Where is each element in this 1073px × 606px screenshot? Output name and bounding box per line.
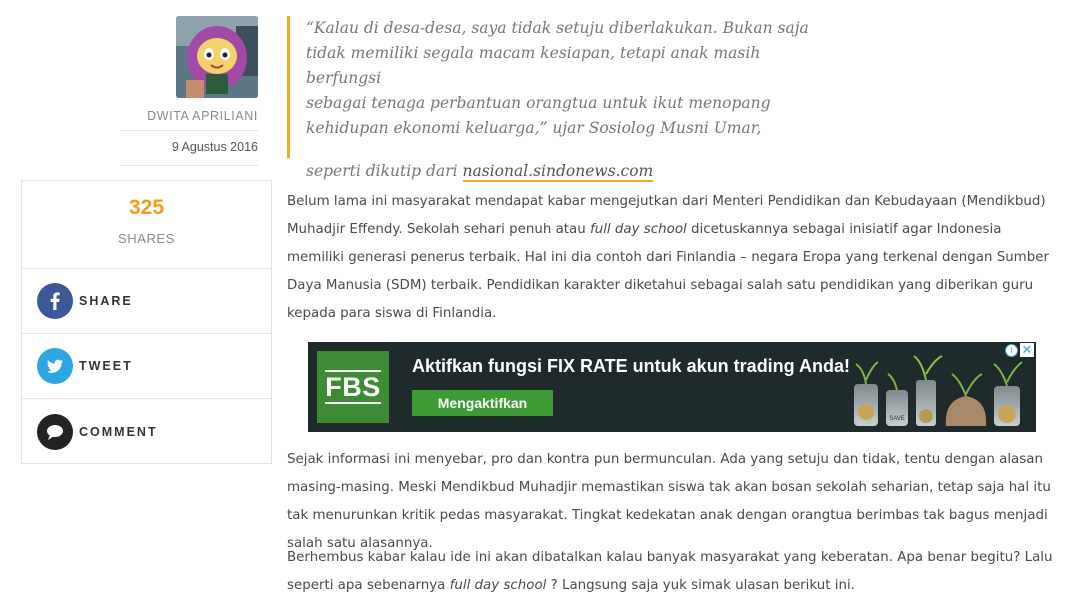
- full-day-school-term: full day school: [449, 578, 547, 593]
- quote-line-1: “Kalau di desa-desa, saya tidak setuju d…: [306, 19, 809, 37]
- quote-source: seperti dikutip dari nasional.sindonews.…: [306, 159, 827, 184]
- quote-line-3: sebagai tenaga perbantuan orangtua untuk…: [306, 94, 771, 112]
- twitter-tweet-button[interactable]: TWEET: [22, 334, 271, 399]
- ad-headline: Aktifkan fungsi FIX RATE untuk akun trad…: [412, 356, 851, 376]
- twitter-icon: [37, 348, 73, 384]
- author-name[interactable]: DWITA APRILIANI: [120, 108, 258, 131]
- article-paragraph-3: Berhembus kabar kalau ide ini akan dibat…: [287, 544, 1059, 600]
- facebook-share-label: SHARE: [79, 294, 133, 308]
- ad-activate-button[interactable]: Mengaktifkan: [412, 390, 553, 416]
- share-counter: 325 SHARES: [22, 181, 271, 269]
- ad-close-icon[interactable]: ✕: [1020, 343, 1034, 357]
- twitter-tweet-label: TWEET: [79, 359, 133, 373]
- fbs-logo: FBS: [317, 351, 389, 423]
- article-paragraph-2: Sejak informasi ini menyebar, pro dan ko…: [287, 452, 1051, 551]
- article-paragraph-1: Belum lama ini masyarakat mendapat kabar…: [287, 188, 1059, 328]
- share-panel: 325 SHARES SHARE TWEET COMMENT: [21, 180, 272, 464]
- comment-button[interactable]: COMMENT: [22, 399, 271, 464]
- share-count-label: SHARES: [117, 231, 176, 246]
- facebook-share-button[interactable]: SHARE: [22, 269, 271, 334]
- author-block: DWITA APRILIANI 9 Agustus 2016: [120, 16, 258, 166]
- post-date: 9 Agustus 2016: [120, 139, 258, 166]
- quote-line-4: kehidupan ekonomi keluarga,” ujar Sosiol…: [306, 119, 762, 137]
- block-quote: “Kalau di desa-desa, saya tidak setuju d…: [287, 16, 827, 182]
- share-count-number: 325: [128, 196, 165, 219]
- full-day-school-term: full day school: [590, 222, 687, 237]
- comment-bubble-icon: [37, 413, 73, 450]
- quote-source-link[interactable]: nasional.sindonews.com: [462, 162, 654, 182]
- quote-line-2: tidak memiliki segala macam kesiapan, te…: [306, 44, 761, 87]
- comment-label: COMMENT: [79, 424, 158, 439]
- quote-source-prefix: seperti dikutip dari: [306, 162, 463, 180]
- ad-banner[interactable]: FBS Aktifkan fungsi FIX RATE untuk akun …: [308, 342, 1036, 432]
- money-jars-illustration: SAVE: [854, 355, 1023, 426]
- fbs-logo-text: FBS: [325, 370, 381, 404]
- jar-save-label: SAVE: [889, 416, 905, 422]
- ad-info-icon[interactable]: i: [1005, 344, 1018, 357]
- paragraph-3-text-b: ? Langsung saja yuk simak ulasan berikut…: [546, 578, 855, 593]
- facebook-icon: [37, 283, 73, 319]
- author-avatar[interactable]: [176, 16, 258, 98]
